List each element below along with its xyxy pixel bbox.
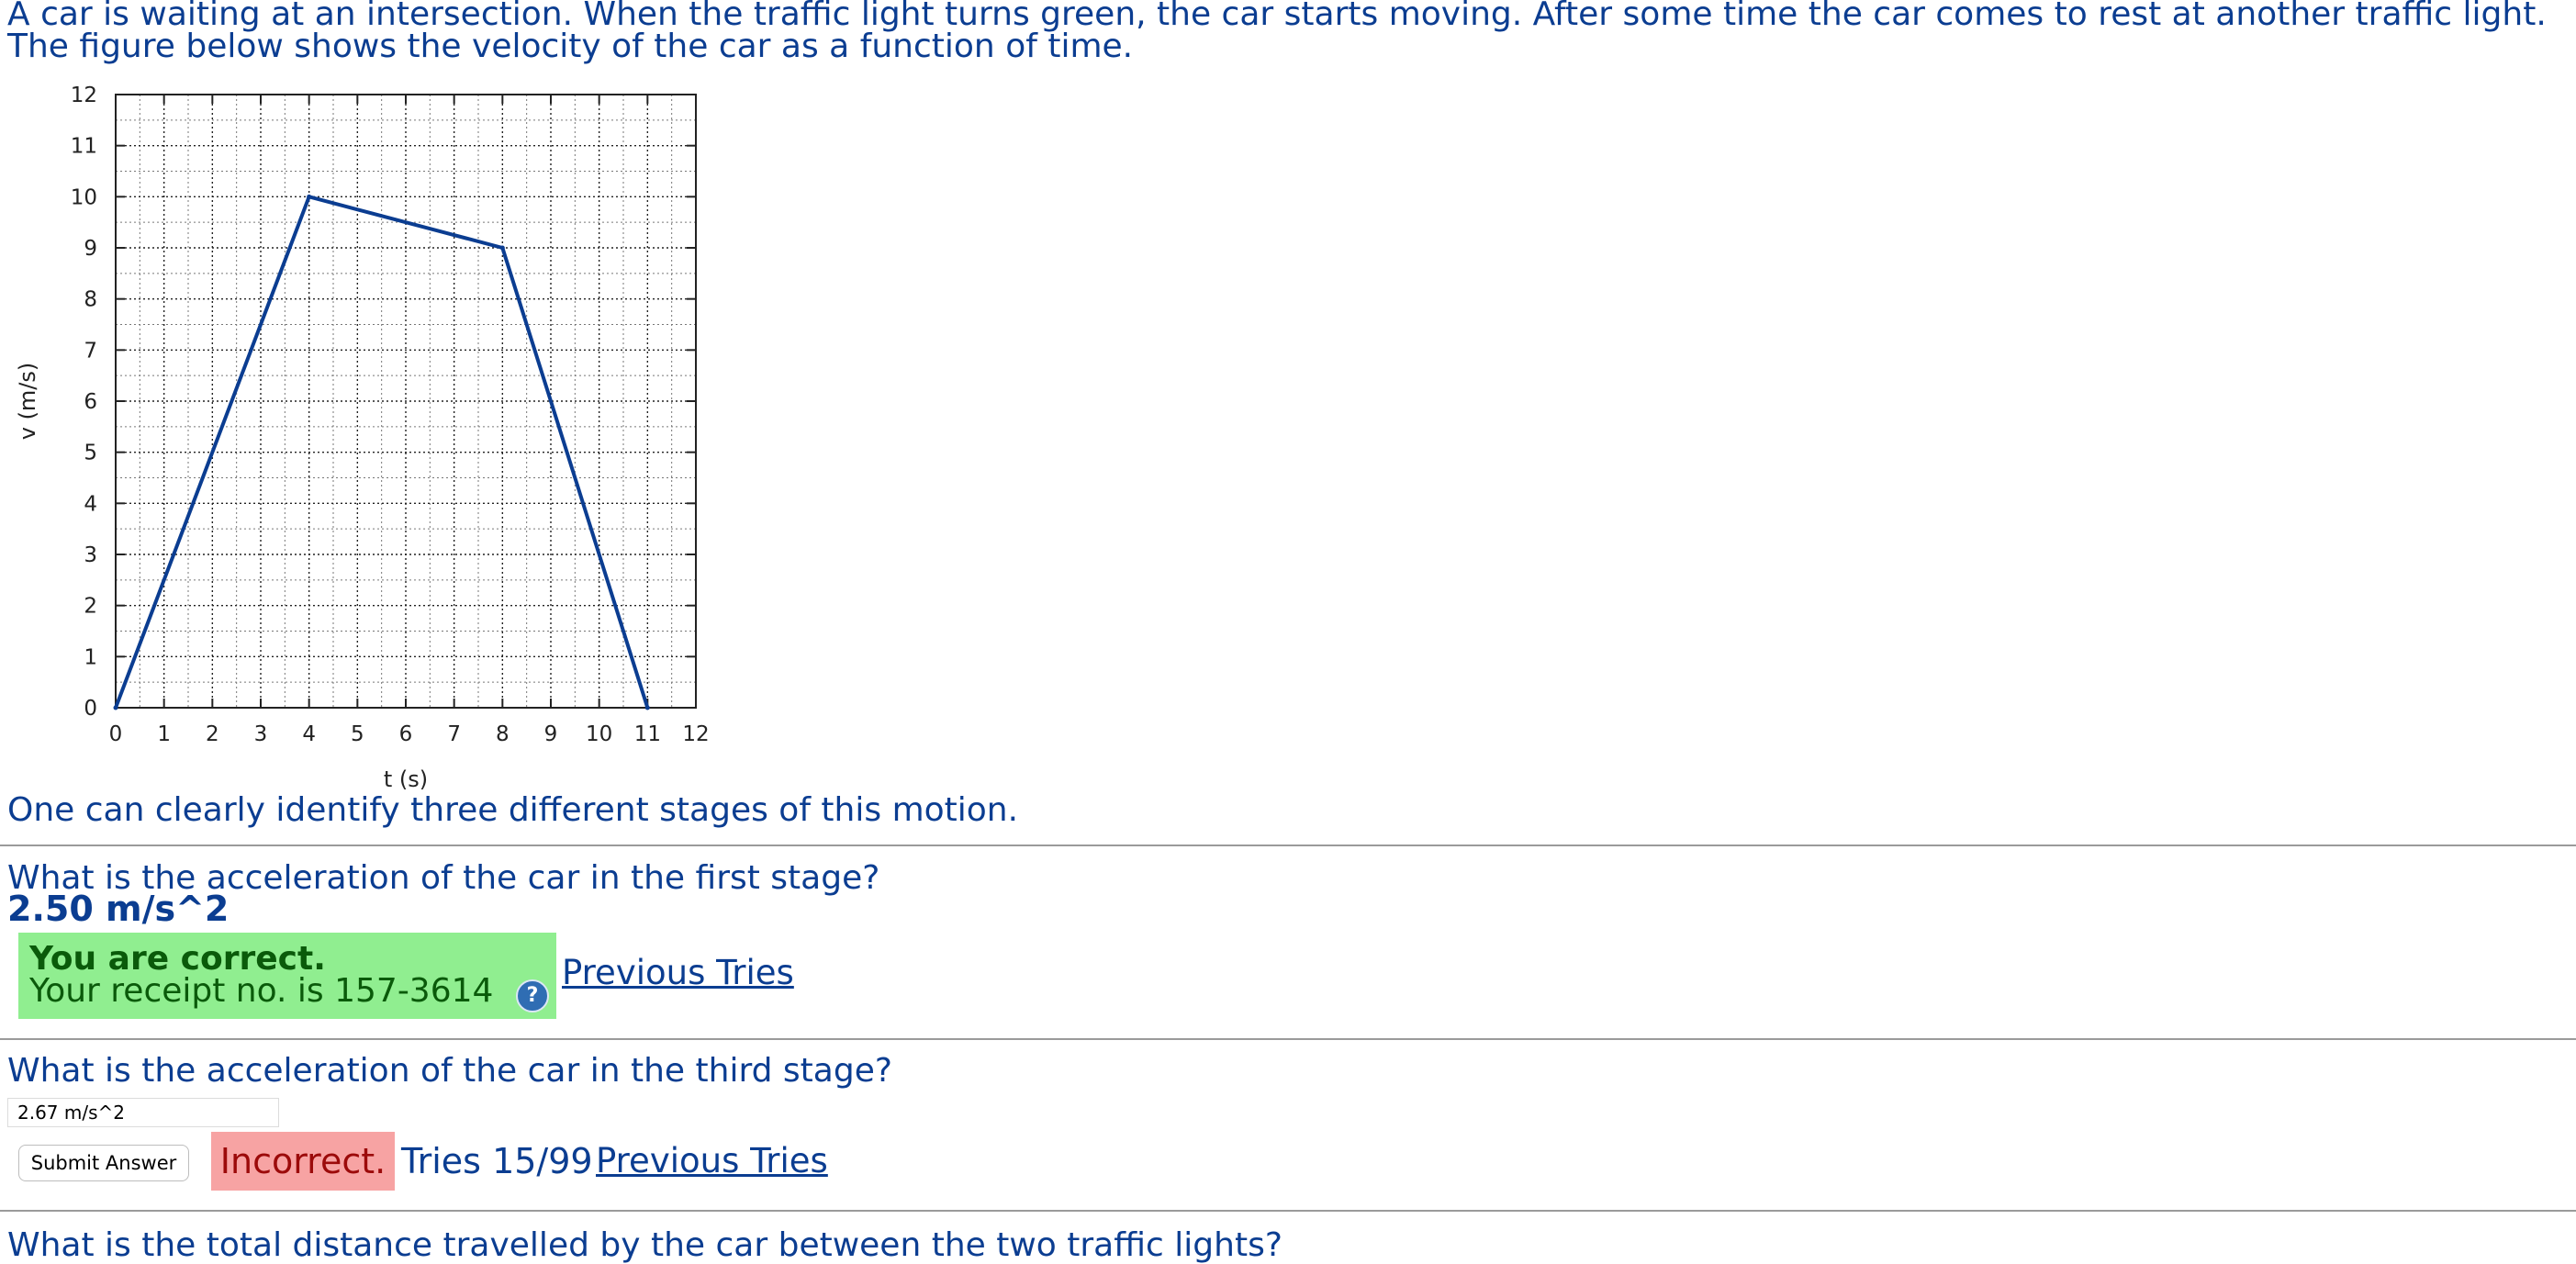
- submit-answer-button[interactable]: Submit Answer: [18, 1145, 189, 1181]
- y-tick-label: 8: [84, 288, 97, 312]
- x-tick-label: 3: [254, 722, 268, 746]
- divider: [0, 1210, 2576, 1212]
- x-tick-label: 0: [109, 722, 123, 746]
- divider: [0, 845, 2576, 846]
- receipt-text: Your receipt no. is 157-3614: [29, 972, 494, 1010]
- x-axis-label: t (s): [384, 766, 428, 792]
- x-tick-label: 6: [399, 722, 413, 746]
- question-3-text: What is the total distance travelled by …: [7, 1226, 1282, 1264]
- y-tick-label: 4: [84, 492, 97, 516]
- y-tick-label: 10: [71, 185, 97, 209]
- y-tick-label: 6: [84, 390, 97, 414]
- x-tick-label: 2: [206, 722, 219, 746]
- x-tick-label: 1: [157, 722, 171, 746]
- y-tick-label: 2: [84, 595, 97, 619]
- x-tick-label: 8: [496, 722, 510, 746]
- question-1-answer: 2.50 m/s^2: [7, 889, 230, 929]
- y-tick-label: 12: [71, 84, 97, 107]
- y-tick-label: 9: [84, 237, 97, 261]
- divider: [0, 1038, 2576, 1040]
- question-2-text: What is the acceleration of the car in t…: [7, 1052, 892, 1090]
- answer-input[interactable]: [7, 1098, 279, 1127]
- previous-tries-link-2[interactable]: Previous Tries: [596, 1141, 828, 1180]
- stages-text: One can clearly identify three different…: [7, 791, 1019, 829]
- x-tick-label: 10: [586, 722, 612, 746]
- y-axis-label: v (m/s): [15, 363, 40, 441]
- correct-feedback-box: You are correct. Your receipt no. is 157…: [18, 933, 556, 1019]
- y-tick-label: 5: [84, 442, 97, 465]
- y-tick-label: 3: [84, 543, 97, 567]
- y-tick-label: 11: [71, 135, 97, 159]
- data-point: [307, 194, 312, 199]
- x-tick-label: 5: [351, 722, 364, 746]
- previous-tries-link-1[interactable]: Previous Tries: [562, 953, 794, 992]
- y-tick-label: 7: [84, 339, 97, 363]
- y-tick-label: 0: [84, 697, 97, 721]
- x-tick-label: 9: [544, 722, 558, 746]
- data-point: [113, 705, 118, 710]
- intro-line-1: A car is waiting at an intersection. Whe…: [7, 0, 2547, 33]
- help-icon[interactable]: ?: [516, 979, 549, 1012]
- problem-intro: A car is waiting at an intersection. Whe…: [7, 0, 2569, 65]
- x-tick-label: 11: [634, 722, 661, 746]
- data-point: [499, 245, 505, 251]
- tries-count: Tries 15/99: [401, 1141, 593, 1181]
- x-tick-label: 12: [682, 722, 709, 746]
- x-tick-label: 4: [302, 722, 316, 746]
- data-point: [644, 705, 650, 710]
- velocity-time-chart: 0 1 2 3 4 5 6 7 8 9 10 11 120123456789101112t (s)v (…: [15, 84, 710, 792]
- intro-line-2: The figure below shows the velocity of t…: [7, 28, 1134, 65]
- y-tick-label: 1: [84, 645, 97, 669]
- x-tick-label: 7: [447, 722, 461, 746]
- incorrect-status-badge: Incorrect.: [211, 1132, 395, 1191]
